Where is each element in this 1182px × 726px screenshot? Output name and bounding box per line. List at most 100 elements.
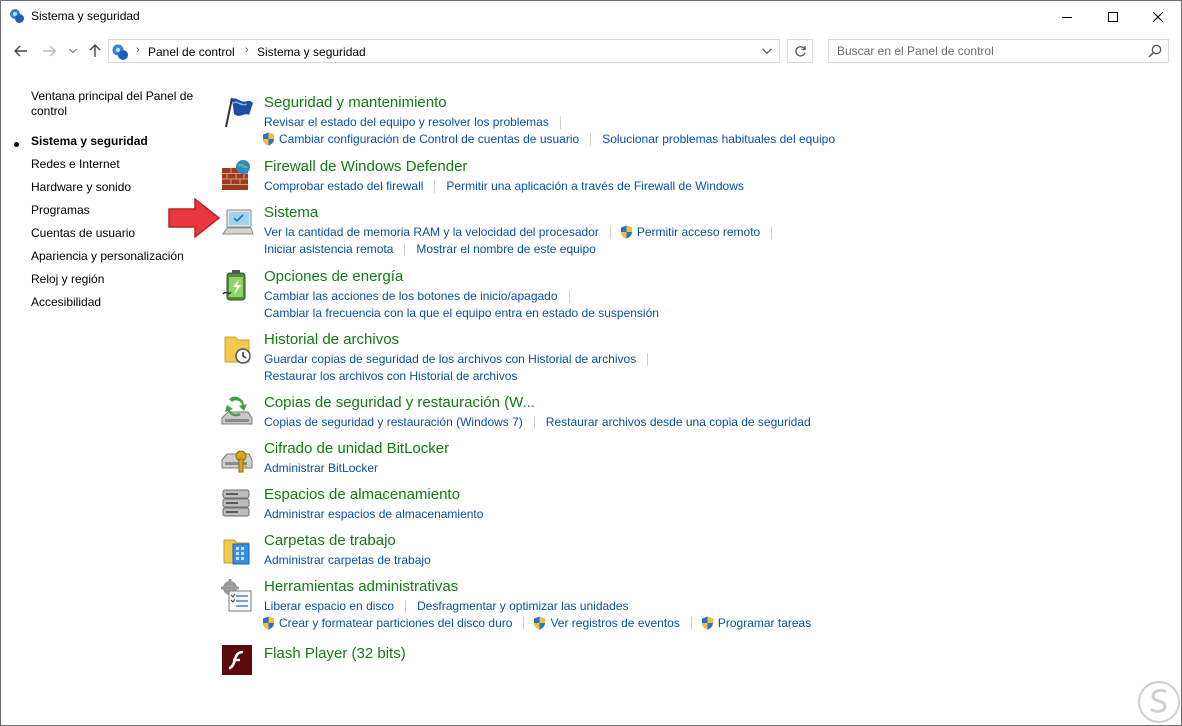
- link-divider: [568, 290, 570, 303]
- link-divider: [533, 416, 535, 429]
- link-divider: [771, 226, 773, 239]
- link-administrar-espacios[interactable]: Administrar espacios de almacenamiento: [264, 506, 483, 522]
- search-input[interactable]: [829, 40, 1147, 62]
- link-row: Cambiar las acciones de los botones de i…: [264, 288, 581, 304]
- link-row: Cambiar configuración de Control de cuen…: [263, 131, 835, 147]
- link-divider: [590, 133, 592, 146]
- link-row: Liberar espacio en disco Desfragmentar y …: [264, 598, 629, 614]
- annotation-arrow-icon: [168, 197, 221, 239]
- control-panel-icon: [112, 44, 128, 60]
- category-title[interactable]: Firewall de Windows Defender: [264, 158, 467, 175]
- breadcrumb-separator: ›: [136, 44, 140, 56]
- category-title[interactable]: Herramientas administrativas: [264, 578, 458, 595]
- bitlocker-icon[interactable]: [219, 440, 255, 476]
- link-administrar-carpetas[interactable]: Administrar carpetas de trabajo: [264, 552, 431, 568]
- link-frecuencia-suspension[interactable]: Cambiar la frecuencia con la que el equi…: [264, 305, 659, 321]
- link-divider: [647, 353, 649, 366]
- address-dropdown-button[interactable]: [755, 40, 779, 62]
- category-title[interactable]: Copias de seguridad y restauración (W...: [264, 394, 535, 411]
- category-title[interactable]: Opciones de energía: [264, 268, 403, 285]
- category-title[interactable]: Espacios de almacenamiento: [264, 486, 460, 503]
- link-permitir-aplicacion[interactable]: Permitir una aplicación a través de Fire…: [446, 178, 743, 194]
- close-icon: [1153, 11, 1163, 22]
- link-liberar-espacio[interactable]: Liberar espacio en disco: [264, 598, 394, 614]
- nav-control-panel-home[interactable]: Ventana principal del Panel de control: [31, 89, 201, 119]
- back-button[interactable]: [9, 39, 33, 63]
- link-ver-memoria-ram[interactable]: Ver la cantidad de memoria RAM y la velo…: [264, 224, 599, 240]
- category-title[interactable]: Carpetas de trabajo: [264, 532, 396, 549]
- link-restaurar-historial[interactable]: Restaurar los archivos con Historial de …: [264, 368, 517, 384]
- link-divider: [690, 617, 692, 630]
- refresh-button[interactable]: [787, 39, 813, 63]
- admin-tools-icon[interactable]: [219, 578, 255, 614]
- nav-apariencia-y-personalizacion[interactable]: Apariencia y personalización: [31, 249, 201, 264]
- flash-icon[interactable]: [222, 645, 252, 675]
- close-button[interactable]: [1135, 1, 1181, 32]
- link-row: Guardar copias de seguridad de los archi…: [264, 351, 659, 367]
- link-copias-windows7[interactable]: Copias de seguridad y restauración (Wind…: [264, 414, 523, 430]
- category-title[interactable]: Sistema: [264, 204, 318, 221]
- title-bar[interactable]: Sistema y seguridad: [1, 1, 1181, 32]
- uac-shield-icon: [263, 616, 274, 630]
- link-nombre-equipo[interactable]: Mostrar el nombre de este equipo: [416, 241, 595, 257]
- category-title[interactable]: Seguridad y mantenimiento: [264, 94, 447, 111]
- link-row: Cambiar la frecuencia con la que el equi…: [264, 305, 659, 321]
- computer-icon[interactable]: [219, 204, 255, 240]
- nav-hardware-y-sonido[interactable]: Hardware y sonido: [31, 180, 201, 195]
- address-bar[interactable]: › Panel de control › Sistema y seguridad: [108, 39, 780, 63]
- control-panel-app-icon: [10, 9, 24, 23]
- up-button[interactable]: [85, 39, 105, 63]
- link-permitir-acceso-remoto[interactable]: Permitir acceso remoto: [637, 224, 760, 240]
- storage-icon[interactable]: [219, 486, 255, 522]
- maximize-button[interactable]: [1090, 1, 1136, 32]
- nav-accesibilidad[interactable]: Accesibilidad: [31, 295, 201, 310]
- link-administrar-bitlocker[interactable]: Administrar BitLocker: [264, 460, 378, 476]
- recent-locations-button[interactable]: [65, 39, 81, 63]
- search-icon[interactable]: [1148, 44, 1162, 58]
- backup-icon[interactable]: [219, 394, 255, 430]
- link-comprobar-firewall[interactable]: Comprobar estado del firewall: [264, 178, 423, 194]
- battery-icon[interactable]: [219, 268, 255, 304]
- chevron-down-icon: [69, 48, 77, 54]
- category-title[interactable]: Historial de archivos: [264, 331, 399, 348]
- nav-redes-e-internet[interactable]: Redes e Internet: [31, 157, 201, 172]
- link-row: Administrar carpetas de trabajo: [264, 552, 431, 568]
- link-acciones-botones[interactable]: Cambiar las acciones de los botones de i…: [264, 288, 558, 304]
- minimize-icon: [1062, 16, 1072, 18]
- forward-button[interactable]: [37, 39, 61, 63]
- forward-arrow-icon: [43, 45, 56, 57]
- nav-reloj-y-region[interactable]: Reloj y región: [31, 272, 201, 287]
- flag-icon[interactable]: [219, 94, 255, 130]
- category-title[interactable]: Flash Player (32 bits): [264, 645, 406, 662]
- link-guardar-copias[interactable]: Guardar copias de seguridad de los archi…: [264, 351, 636, 367]
- link-particiones[interactable]: Crear y formatear particiones del disco …: [279, 615, 512, 631]
- breadcrumb-panel-de-control[interactable]: Panel de control: [148, 45, 235, 59]
- link-divider: [559, 116, 561, 129]
- link-asistencia-remota[interactable]: Iniciar asistencia remota: [264, 241, 393, 257]
- link-row: Copias de seguridad y restauración (Wind…: [264, 414, 811, 430]
- link-row: Administrar espacios de almacenamiento: [264, 506, 483, 522]
- link-programar-tareas[interactable]: Programar tareas: [718, 615, 811, 631]
- maximize-icon: [1108, 11, 1118, 22]
- breadcrumb-sistema-y-seguridad[interactable]: Sistema y seguridad: [257, 45, 366, 59]
- link-solucionar-problemas[interactable]: Solucionar problemas habituales del equi…: [602, 131, 835, 147]
- nav-sistema-y-seguridad[interactable]: Sistema y seguridad: [31, 134, 201, 149]
- link-restaurar-copia[interactable]: Restaurar archivos desde una copia de se…: [546, 414, 811, 430]
- link-desfragmentar[interactable]: Desfragmentar y optimizar las unidades: [417, 598, 628, 614]
- category-title[interactable]: Cifrado de unidad BitLocker: [264, 440, 449, 457]
- file-history-icon[interactable]: [219, 331, 255, 367]
- firewall-icon[interactable]: [219, 158, 255, 194]
- uac-shield-icon: [701, 616, 713, 630]
- link-revisar-estado[interactable]: Revisar el estado del equipo y resolver …: [264, 114, 549, 130]
- back-arrow-icon: [14, 45, 27, 57]
- link-row: Revisar el estado del equipo y resolver …: [264, 114, 572, 130]
- work-folders-icon[interactable]: [219, 532, 255, 568]
- minimize-button[interactable]: [1044, 1, 1090, 32]
- link-cambiar-uac[interactable]: Cambiar configuración de Control de cuen…: [279, 131, 579, 147]
- refresh-icon: [794, 45, 806, 57]
- search-box[interactable]: [828, 39, 1169, 63]
- uac-shield-icon: [263, 132, 274, 146]
- uac-shield-icon: [534, 616, 546, 630]
- link-registros-eventos[interactable]: Ver registros de eventos: [550, 615, 679, 631]
- link-row: Restaurar los archivos con Historial de …: [264, 368, 517, 384]
